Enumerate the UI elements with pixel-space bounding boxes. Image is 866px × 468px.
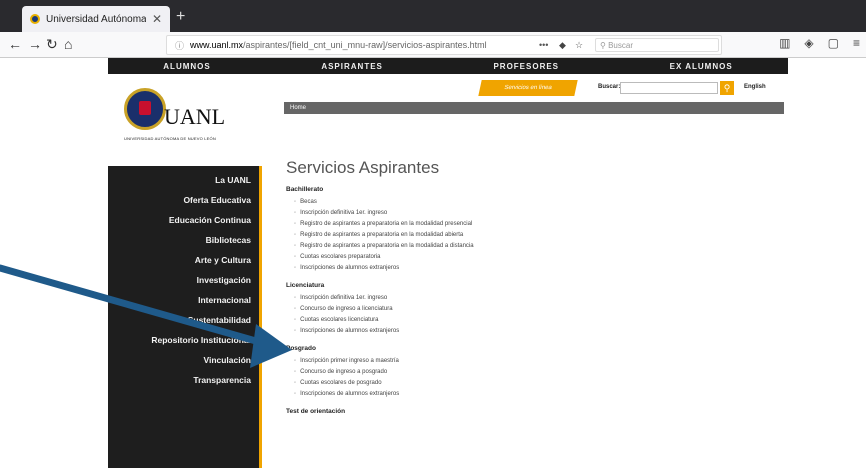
list-item[interactable]: Registro de aspirantes a preparatoria en… bbox=[294, 241, 786, 252]
browser-search-input[interactable]: ⚲ Buscar bbox=[595, 38, 719, 52]
browser-search-placeholder: Buscar bbox=[608, 41, 633, 50]
sidebar-item-vinculacion[interactable]: Vinculación bbox=[108, 350, 259, 370]
sidebar-item-internacional[interactable]: Internacional bbox=[108, 290, 259, 310]
section-heading-licenciatura: Licenciatura bbox=[286, 282, 325, 289]
browser-nav-bar: ← → ↻ ⌂ ⓘ www.uanl.mx /aspirantes/[field… bbox=[0, 32, 866, 58]
logo-subtitle: UNIVERSIDAD AUTÓNOMA DE NUEVO LEÓN bbox=[124, 136, 216, 141]
list-item[interactable]: Inscripciones de alumnos extranjeros bbox=[294, 389, 786, 400]
sidebar-item-oferta-educativa[interactable]: Oferta Educativa bbox=[108, 190, 259, 210]
english-link[interactable]: English bbox=[744, 84, 766, 90]
list-item[interactable]: Cuotas escolares licenciatura bbox=[294, 315, 786, 326]
library-icon[interactable]: ▥ bbox=[779, 36, 790, 50]
menu-icon[interactable]: ≡ bbox=[853, 36, 860, 50]
bachillerato-list: Becas Inscripción definitiva 1er. ingres… bbox=[286, 197, 786, 274]
list-item[interactable]: Inscripción definitiva 1er. ingreso bbox=[294, 293, 786, 304]
url-path: /aspirantes/[field_cnt_uni_mnu-raw]/serv… bbox=[243, 40, 487, 50]
search-icon: ⚲ bbox=[600, 41, 609, 50]
reload-icon[interactable]: ↻ bbox=[46, 36, 58, 53]
pocket-icon[interactable]: ◆ bbox=[559, 40, 566, 51]
list-item[interactable]: Inscripciones de alumnos extranjeros bbox=[294, 263, 786, 274]
logo-text: UANL bbox=[164, 104, 226, 129]
licenciatura-list: Inscripción definitiva 1er. ingreso Conc… bbox=[286, 293, 786, 337]
uanl-seal-icon bbox=[124, 88, 166, 130]
breadcrumb: Home bbox=[284, 102, 784, 114]
buscar-label: Buscar: bbox=[598, 84, 621, 90]
url-host: www.uanl.mx bbox=[190, 40, 244, 50]
site-search-input[interactable] bbox=[620, 82, 718, 94]
list-item[interactable]: Cuotas escolares preparatoria bbox=[294, 252, 786, 263]
toolbar-right: ▥ ◈ ▢ ≡ bbox=[779, 36, 860, 50]
site-top-nav: ALUMNOS ASPIRANTES PROFESORES EX ALUMNOS bbox=[108, 58, 788, 74]
nav-ex-alumnos[interactable]: EX ALUMNOS bbox=[670, 62, 733, 71]
site-search-row: Servicios en línea Buscar: ⚲ English bbox=[478, 80, 780, 96]
page-actions-icon[interactable]: ••• bbox=[539, 40, 548, 50]
list-item[interactable]: Concurso de ingreso a licenciatura bbox=[294, 304, 786, 315]
extension-icon[interactable]: ◈ bbox=[804, 36, 813, 50]
servicios-en-linea-button[interactable]: Servicios en línea bbox=[478, 80, 578, 96]
section-heading-test[interactable]: Test de orientación bbox=[286, 408, 786, 415]
main-content: Servicios Aspirantes Bachillerato Becas … bbox=[286, 158, 786, 419]
new-tab-button[interactable]: + bbox=[176, 8, 185, 26]
breadcrumb-home[interactable]: Home bbox=[290, 105, 306, 111]
list-item[interactable]: Inscripción primer ingreso a maestría bbox=[294, 356, 786, 367]
home-icon[interactable]: ⌂ bbox=[64, 36, 72, 52]
nav-aspirantes[interactable]: ASPIRANTES bbox=[321, 62, 383, 71]
browser-tab[interactable]: Universidad Autónoma de Nue ✕ bbox=[22, 6, 170, 32]
section-heading-posgrado: Posgrado bbox=[286, 345, 316, 352]
posgrado-list: Inscripción primer ingreso a maestría Co… bbox=[286, 356, 786, 400]
sidebar-item-investigacion[interactable]: Investigación bbox=[108, 270, 259, 290]
tab-title: Universidad Autónoma de Nue bbox=[46, 13, 146, 25]
address-bar[interactable]: ⓘ www.uanl.mx /aspirantes/[field_cnt_uni… bbox=[166, 35, 722, 55]
list-item[interactable]: Cuotas escolares de posgrado bbox=[294, 378, 786, 389]
site-search-button[interactable]: ⚲ bbox=[720, 81, 734, 95]
list-item[interactable]: Registro de aspirantes a preparatoria en… bbox=[294, 230, 786, 241]
nav-profesores[interactable]: PROFESORES bbox=[493, 62, 559, 71]
sidebar-item-la-uanl[interactable]: La UANL bbox=[108, 170, 259, 190]
section-heading-bachillerato: Bachillerato bbox=[286, 186, 324, 193]
bookmark-star-icon[interactable]: ☆ bbox=[575, 40, 583, 51]
page-title: Servicios Aspirantes bbox=[286, 158, 440, 177]
back-arrow-icon[interactable]: ← bbox=[8, 36, 22, 52]
nav-alumnos[interactable]: ALUMNOS bbox=[163, 62, 210, 71]
forward-arrow-icon[interactable]: → bbox=[28, 36, 42, 52]
sidebar-item-arte-y-cultura[interactable]: Arte y Cultura bbox=[108, 250, 259, 270]
uanl-logo[interactable]: UANL UNIVERSIDAD AUTÓNOMA DE NUEVO LEÓN bbox=[124, 88, 264, 154]
sidebar-item-educacion-continua[interactable]: Educación Continua bbox=[108, 210, 259, 230]
list-item[interactable]: Registro de aspirantes a preparatoria en… bbox=[294, 219, 786, 230]
list-item[interactable]: Concurso de ingreso a posgrado bbox=[294, 367, 786, 378]
sidebar-toggle-icon[interactable]: ▢ bbox=[828, 36, 839, 50]
search-icon: ⚲ bbox=[723, 83, 731, 93]
list-item[interactable]: Inscripciones de alumnos extranjeros bbox=[294, 326, 786, 337]
uanl-favicon-icon bbox=[30, 14, 40, 24]
sidebar-item-repositorio[interactable]: Repositorio Institucional bbox=[108, 330, 259, 350]
browser-tab-bar: Universidad Autónoma de Nue ✕ + bbox=[0, 0, 866, 32]
list-item[interactable]: Becas bbox=[294, 197, 786, 208]
sidebar: La UANL Oferta Educativa Educación Conti… bbox=[108, 166, 262, 468]
sidebar-item-bibliotecas[interactable]: Bibliotecas bbox=[108, 230, 259, 250]
list-item[interactable]: Inscripción definitiva 1er. ingreso bbox=[294, 208, 786, 219]
sidebar-item-sustentabilidad[interactable]: Sustentabilidad bbox=[108, 310, 259, 330]
tab-close-icon[interactable]: ✕ bbox=[152, 12, 162, 26]
info-icon[interactable]: ⓘ bbox=[175, 39, 184, 52]
sidebar-item-transparencia[interactable]: Transparencia bbox=[108, 370, 259, 390]
